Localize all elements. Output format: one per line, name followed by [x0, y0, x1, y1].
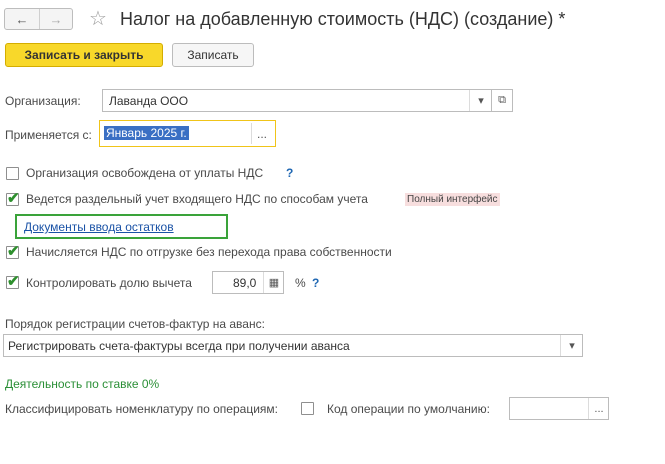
forward-button[interactable]: →	[39, 9, 73, 29]
organization-value: Лаванда ООО	[109, 94, 189, 108]
checkmark-icon: ✔	[7, 273, 20, 290]
invoice-order-label: Порядок регистрации счетов-фактур на ава…	[5, 317, 265, 331]
full-interface-badge: Полный интерфейс	[405, 193, 500, 206]
separate-accounting-checkbox[interactable]: ✔	[6, 190, 20, 207]
invoice-order-value: Регистрировать счета-фактуры всегда при …	[8, 339, 350, 353]
shipment-vat-label: Начисляется НДС по отгрузке без перехода…	[26, 245, 392, 259]
shipment-vat-checkbox[interactable]: ✔	[6, 243, 20, 260]
open-card-icon: ⧉	[498, 94, 506, 106]
rate-section-heading: Деятельность по ставке 0%	[5, 377, 160, 391]
deduction-share-field[interactable]: 89,0 ▦	[212, 271, 284, 294]
exempt-help-icon[interactable]: ?	[286, 166, 293, 180]
organization-field[interactable]: Лаванда ООО ▾	[102, 89, 492, 112]
checkmark-icon: ✔	[7, 243, 20, 260]
exempt-label: Организация освобождена от уплаты НДС	[26, 166, 264, 180]
organization-label: Организация:	[5, 94, 81, 108]
page-title: Налог на добавленную стоимость (НДС) (со…	[120, 9, 566, 29]
control-deduction-checkbox[interactable]: ✔	[6, 273, 20, 290]
save-and-close-button[interactable]: Записать и закрыть	[5, 43, 163, 67]
navigation-group: ← →	[4, 8, 73, 30]
percent-sign: %	[295, 276, 306, 290]
control-deduction-label: Контролировать долю вычета	[26, 276, 192, 290]
classify-checkbox[interactable]	[301, 402, 314, 415]
select-op-code-button[interactable]: ...	[588, 398, 609, 419]
docs-link-frame: Документы ввода остатков	[15, 214, 228, 239]
separate-accounting-label: Ведется раздельный учет входящего НДС по…	[26, 192, 368, 206]
arrow-right-icon: →	[49, 11, 63, 27]
op-code-field[interactable]: ...	[509, 397, 609, 420]
calculator-icon[interactable]: ▦	[263, 272, 284, 293]
deduction-share-value: 89,0	[233, 276, 257, 290]
checkmark-icon: ✔	[7, 190, 20, 207]
applies-from-label: Применяется с:	[5, 128, 92, 142]
invoice-order-select[interactable]: Регистрировать счета-фактуры всегда при …	[3, 334, 583, 357]
applies-from-field[interactable]: Январь 2025 г. ...	[99, 120, 276, 147]
op-code-label: Код операции по умолчанию:	[327, 402, 490, 416]
back-button[interactable]: ←	[5, 9, 40, 29]
exempt-checkbox[interactable]	[6, 167, 19, 180]
control-help-icon[interactable]: ?	[312, 276, 319, 290]
chevron-down-icon[interactable]: ▾	[469, 90, 492, 111]
select-period-button[interactable]: ...	[251, 123, 272, 144]
classify-label: Классифицировать номенклатуру по операци…	[5, 402, 278, 416]
chevron-down-icon[interactable]: ▾	[560, 335, 583, 356]
save-button[interactable]: Записать	[172, 43, 254, 67]
arrow-left-icon: ←	[15, 11, 29, 27]
opening-balance-docs-link[interactable]: Документы ввода остатков	[24, 220, 174, 234]
open-organization-button[interactable]: ⧉	[491, 89, 513, 112]
star-icon[interactable]: ☆	[89, 8, 107, 30]
applies-from-value: Январь 2025 г.	[104, 126, 189, 140]
